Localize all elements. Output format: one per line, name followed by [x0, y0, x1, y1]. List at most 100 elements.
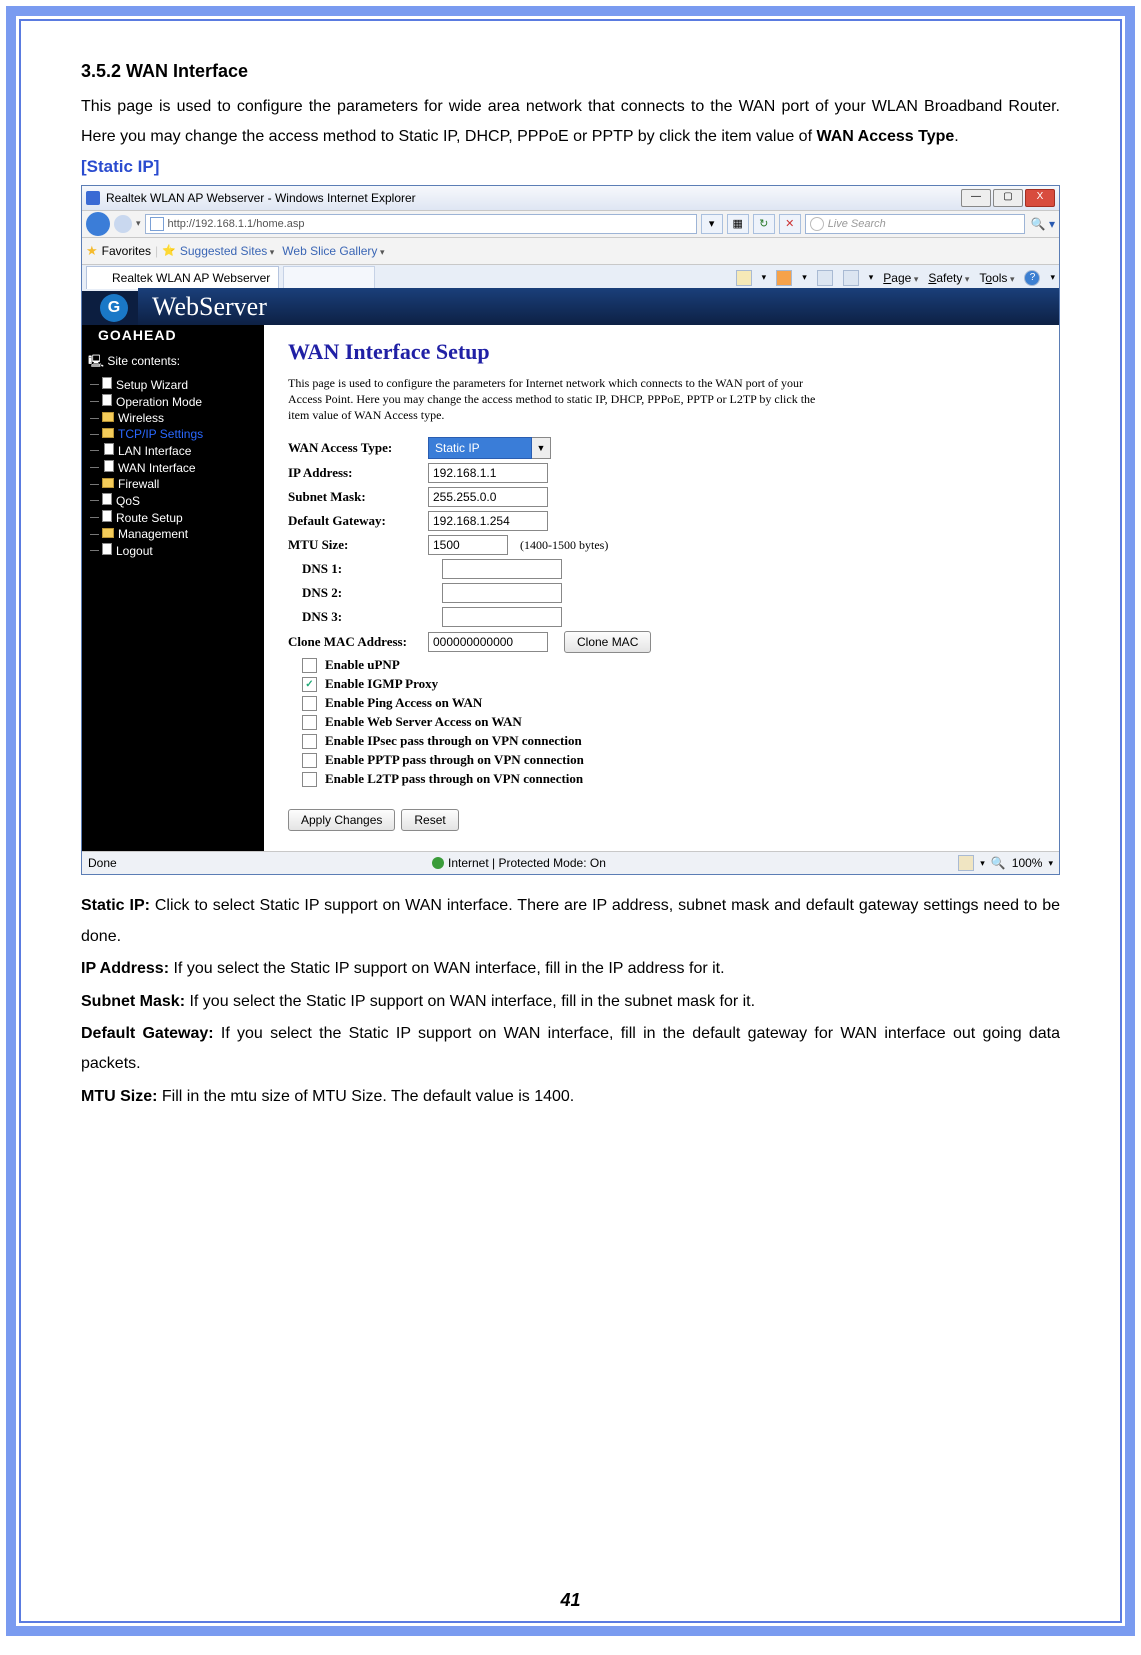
enable-ipsec-label: Enable IPsec pass through on VPN connect…	[325, 733, 582, 749]
favorites-add-icon[interactable]: ⭐	[162, 244, 176, 257]
label-wan-access-type: WAN Access Type:	[288, 440, 428, 456]
tree-wan-interface[interactable]: WAN Interface	[88, 459, 258, 476]
enable-ping-wan-checkbox[interactable]	[302, 696, 317, 711]
search-box[interactable]: Live Search	[805, 214, 1025, 234]
home-icon[interactable]	[736, 270, 752, 286]
label-dns3: DNS 3:	[288, 609, 442, 625]
ie-icon	[95, 272, 107, 284]
app-area: G WebServer GOAHEAD 🖳 Site contents: Set…	[82, 291, 1059, 852]
ie-icon	[86, 191, 100, 205]
tree-firewall[interactable]: Firewall	[88, 476, 258, 492]
mail-icon[interactable]	[817, 270, 833, 286]
dns2-input[interactable]	[442, 583, 562, 603]
addr-dropdown-icon[interactable]: ▾	[701, 214, 723, 234]
compat-view-icon[interactable]: ▦	[727, 214, 749, 234]
stop-button[interactable]: ✕	[779, 214, 801, 234]
page-number: 41	[21, 1590, 1120, 1611]
tree-tcpip-settings[interactable]: TCP/IP Settings	[88, 426, 258, 442]
enable-webserver-wan-label: Enable Web Server Access on WAN	[325, 714, 522, 730]
enable-l2tp-label: Enable L2TP pass through on VPN connecti…	[325, 771, 583, 787]
label-subnet-mask: Subnet Mask:	[288, 489, 428, 505]
label-mtu-size: MTU Size:	[288, 537, 428, 553]
help-icon[interactable]: ?	[1024, 270, 1040, 286]
refresh-button[interactable]: ↻	[753, 214, 775, 234]
back-button[interactable]	[86, 212, 110, 236]
intro-bold: WAN Access Type	[816, 128, 954, 145]
reset-button[interactable]: Reset	[401, 809, 458, 831]
wan-access-type-select[interactable]: Static IP	[428, 437, 532, 459]
status-bar: Done Internet | Protected Mode: On ▾ 🔍 1…	[82, 851, 1059, 874]
favorites-label[interactable]: Favorites	[102, 244, 151, 258]
internet-zone-icon	[432, 857, 444, 869]
tree-route-setup[interactable]: Route Setup	[88, 509, 258, 526]
enable-upnp-checkbox[interactable]	[302, 658, 317, 673]
page-icon	[150, 217, 164, 231]
tree-lan-interface[interactable]: LAN Interface	[88, 442, 258, 459]
goahead-label: GOAHEAD	[88, 325, 258, 349]
def-subnet-mask: Subnet Mask: If you select the Static IP…	[81, 987, 1060, 1017]
clone-mac-button[interactable]: Clone MAC	[564, 631, 651, 653]
search-placeholder: Live Search	[828, 218, 886, 230]
mtu-hint: (1400-1500 bytes)	[520, 538, 608, 553]
dns3-input[interactable]	[442, 607, 562, 627]
label-default-gateway: Default Gateway:	[288, 513, 428, 529]
goahead-swirl-icon: G	[100, 294, 128, 322]
search-go-icon[interactable]: 🔍 ▾	[1031, 217, 1055, 231]
browser-tab[interactable]: Realtek WLAN AP Webserver	[86, 266, 279, 289]
close-button[interactable]: X	[1025, 189, 1055, 207]
enable-igmp-label: Enable IGMP Proxy	[325, 676, 438, 692]
zoom-dropdown-icon[interactable]: ▾	[1048, 858, 1053, 869]
protected-mode-icon[interactable]	[958, 855, 974, 871]
history-dropdown-icon[interactable]: ▾	[136, 218, 141, 229]
enable-ipsec-checkbox[interactable]	[302, 734, 317, 749]
tree-wireless[interactable]: Wireless	[88, 410, 258, 426]
enable-ping-wan-label: Enable Ping Access on WAN	[325, 695, 482, 711]
tree-logout[interactable]: Logout	[88, 542, 258, 559]
mtu-size-input[interactable]	[428, 535, 508, 555]
default-gateway-input[interactable]	[428, 511, 548, 531]
section-heading: 3.5.2 WAN Interface	[81, 61, 1060, 82]
form-description: This page is used to configure the param…	[288, 375, 828, 424]
address-bar[interactable]: http://192.168.1.1/home.asp	[145, 214, 697, 234]
page-menu[interactable]: PPageage	[883, 271, 918, 285]
print-icon[interactable]	[843, 270, 859, 286]
static-ip-tag: [Static IP]	[81, 157, 1060, 177]
webserver-banner: WebServer	[138, 288, 1059, 328]
tools-menu[interactable]: Tools	[979, 271, 1014, 285]
status-zone-text: Internet | Protected Mode: On	[448, 856, 606, 870]
clone-mac-input[interactable]	[428, 632, 548, 652]
zoom-level[interactable]: 100%	[1012, 856, 1043, 870]
feeds-icon[interactable]	[776, 270, 792, 286]
new-tab-button[interactable]	[283, 266, 375, 290]
suggested-sites-link[interactable]: Suggested Sites	[180, 244, 274, 258]
label-ip-address: IP Address:	[288, 465, 428, 481]
apply-changes-button[interactable]: Apply Changes	[288, 809, 395, 831]
chevron-down-icon[interactable]: ▼	[531, 437, 551, 459]
def-ip-address: IP Address: If you select the Static IP …	[81, 954, 1060, 984]
subnet-mask-input[interactable]	[428, 487, 548, 507]
sidebar: GOAHEAD 🖳 Site contents: Setup Wizard Op…	[82, 325, 264, 852]
tree-management[interactable]: Management	[88, 526, 258, 542]
tree-setup-wizard[interactable]: Setup Wizard	[88, 376, 258, 393]
maximize-button[interactable]: ▢	[993, 189, 1023, 207]
enable-upnp-label: Enable uPNP	[325, 657, 400, 673]
forward-button[interactable]	[114, 215, 132, 233]
def-static-ip: Static IP: Click to select Static IP sup…	[81, 891, 1060, 952]
safety-menu[interactable]: Safety	[928, 271, 969, 285]
favorites-star-icon[interactable]: ★	[86, 243, 98, 259]
tree-qos[interactable]: QoS	[88, 492, 258, 509]
window-title: Realtek WLAN AP Webserver - Windows Inte…	[106, 191, 416, 205]
enable-webserver-wan-checkbox[interactable]	[302, 715, 317, 730]
label-dns1: DNS 1:	[288, 561, 442, 577]
enable-pptp-checkbox[interactable]	[302, 753, 317, 768]
enable-igmp-checkbox[interactable]	[302, 677, 317, 692]
enable-l2tp-checkbox[interactable]	[302, 772, 317, 787]
status-left: Done	[88, 856, 428, 870]
web-slice-link[interactable]: Web Slice Gallery	[282, 244, 384, 258]
dns1-input[interactable]	[442, 559, 562, 579]
minimize-button[interactable]: —	[961, 189, 991, 207]
ip-address-input[interactable]	[428, 463, 548, 483]
content-panel: WAN Interface Setup This page is used to…	[264, 325, 1059, 852]
zoom-icon[interactable]: 🔍	[991, 856, 1006, 870]
tree-operation-mode[interactable]: Operation Mode	[88, 393, 258, 410]
